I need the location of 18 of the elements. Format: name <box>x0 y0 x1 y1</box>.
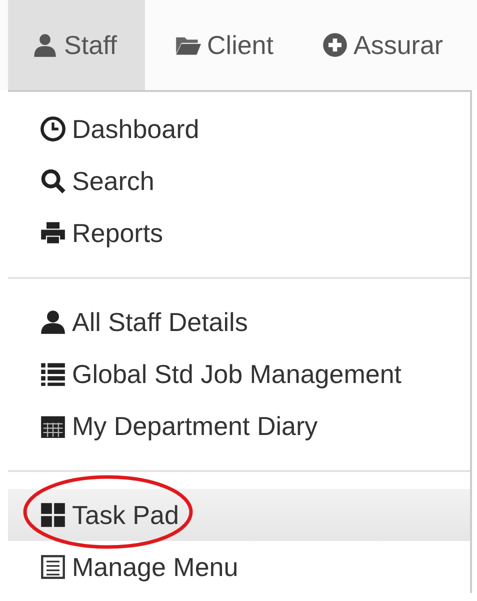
menu-item[interactable]: Search <box>8 155 470 207</box>
search-icon <box>40 168 66 194</box>
menu-item[interactable]: Reports <box>8 207 470 259</box>
nav-tab[interactable]: Assurar <box>292 0 462 90</box>
list-icon <box>40 361 66 387</box>
menu-item[interactable]: My Department Diary <box>8 400 470 452</box>
menu-item[interactable]: Dashboard <box>8 103 470 155</box>
nav-tab[interactable]: Staff <box>8 0 146 90</box>
clock-icon <box>40 116 66 142</box>
document-icon <box>40 554 66 580</box>
menu-item[interactable]: Task Pad <box>8 489 470 541</box>
printer-icon <box>40 220 66 246</box>
nav-tab[interactable]: Client <box>145 0 292 90</box>
grid-icon <box>40 502 66 528</box>
menu-item[interactable]: Global Std Job Management <box>8 348 470 400</box>
menu-item[interactable]: All Staff Details <box>8 296 470 348</box>
menu-item[interactable]: Manage Menu <box>8 541 470 593</box>
person-icon <box>40 309 66 335</box>
